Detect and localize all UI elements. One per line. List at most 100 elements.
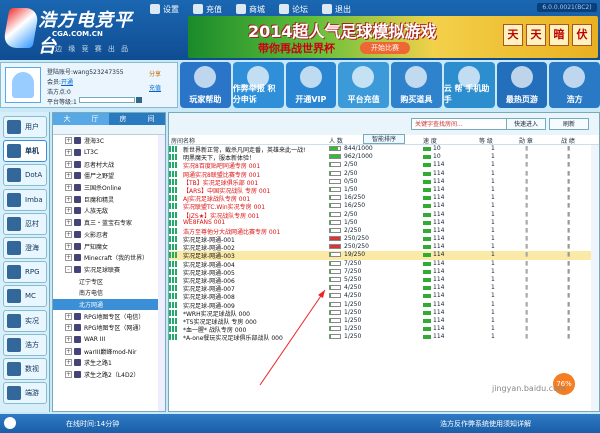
tree-item[interactable]: 辽宁专区	[53, 275, 165, 287]
room-row[interactable]: 明黑魔天下，服本新体验！ 962/1000 10 1 ▮ ▮	[169, 153, 599, 162]
tree-item[interactable]: + 人族无敌	[53, 205, 165, 217]
tree-item[interactable]: + WAR III	[53, 334, 165, 346]
room-row[interactable]: 实况足球-网通-001 250/250 114 1 ▮ ▮	[169, 235, 599, 244]
room-row[interactable]: 实况足球-网通-004 7/250 114 1 ▮ ▮	[169, 260, 599, 269]
quick-button[interactable]: 开通VIP	[285, 62, 337, 108]
room-row[interactable]: 实况足球-网通-009 1/250 114 1 ▮ ▮	[169, 301, 599, 310]
tree-item[interactable]: + RPG地图专区（电信）	[53, 310, 165, 322]
expand-icon[interactable]: +	[65, 207, 72, 215]
tree-item[interactable]: + 求生之路2（L4D2）	[53, 369, 165, 381]
tree-tab[interactable]: 厅	[81, 113, 109, 125]
expand-icon[interactable]: +	[65, 347, 72, 355]
expand-icon[interactable]: +	[65, 324, 72, 332]
col-people[interactable]: 人 数	[329, 136, 343, 145]
category-tab[interactable]: 实况	[3, 309, 47, 332]
tree-item[interactable]: + 巨魔和精灵	[53, 193, 165, 205]
expand-icon[interactable]: +	[65, 137, 72, 145]
menu-item[interactable]: 商城	[236, 2, 265, 16]
room-row[interactable]: *WRH实况足球战队 000 1/250 114 1 ▮ ▮	[169, 309, 599, 318]
category-tab[interactable]: 数视	[3, 358, 47, 380]
menu-item[interactable]: 论坛	[279, 2, 308, 16]
room-row[interactable]: AJ实况足球战队专房 001 16/250 114 1 ▮ ▮	[169, 194, 599, 203]
category-tab[interactable]: DotA	[3, 164, 47, 187]
col-rank[interactable]: 勋 章	[519, 136, 533, 145]
tree-item[interactable]: + 火影忍者	[53, 229, 165, 241]
tree-item[interactable]: - 实况足球联赛	[53, 264, 165, 276]
tree-item[interactable]: 南方电信	[53, 287, 165, 299]
tree-item[interactable]: + 求生之路1	[53, 357, 165, 369]
tree-item[interactable]: + 三国杀Online	[53, 182, 165, 194]
category-tab[interactable]: 端游	[3, 382, 47, 405]
expand-icon[interactable]: +	[65, 160, 72, 168]
menu-item[interactable]: 退出	[322, 2, 351, 16]
expand-icon[interactable]: +	[65, 230, 72, 238]
quick-join-button[interactable]: 快速进入	[506, 118, 546, 130]
col-name[interactable]: 房间名称	[171, 136, 195, 145]
room-row[interactable]: 实况足球-网通-006 5/250 114 1 ▮ ▮	[169, 276, 599, 285]
vip-open-link[interactable]: 开通	[61, 79, 73, 86]
room-row[interactable]: 网通实况8联盟比赛专房 001 2/50 114 1 ▮ ▮	[169, 170, 599, 179]
expand-icon[interactable]: +	[65, 184, 72, 192]
room-row[interactable]: 实况足球-网通-007 4/250 114 1 ▮ ▮	[169, 284, 599, 293]
category-tab[interactable]: MC	[3, 285, 47, 308]
tree-item[interactable]: + 澄海3C	[53, 135, 165, 147]
avatar[interactable]	[5, 67, 41, 103]
tree-item[interactable]: + LT3C	[53, 147, 165, 159]
tree-item[interactable]: + warIII巅峰mod-Nir	[53, 345, 165, 357]
tree-item[interactable]: + 真三・蓝宝石专家	[53, 217, 165, 229]
expand-icon[interactable]: +	[65, 359, 72, 367]
room-row[interactable]: 实况足球-网通-002 250/250 114 1 ▮ ▮	[169, 243, 599, 252]
category-tab[interactable]: RPG	[3, 261, 47, 284]
banner-start-button[interactable]: 开始比赛	[360, 42, 410, 54]
expand-icon[interactable]: -	[65, 265, 72, 273]
expand-icon[interactable]: +	[65, 254, 72, 262]
expand-icon[interactable]: +	[65, 195, 72, 203]
room-row[interactable]: *血一腥* 战队专房 000 1/250 114 1 ▮ ▮	[169, 325, 599, 334]
room-row[interactable]: 【JZS★】实况战队专房 001 2/50 114 1 ▮ ▮	[169, 211, 599, 220]
category-tab[interactable]: Imba	[3, 188, 47, 211]
gear-icon[interactable]	[4, 417, 16, 429]
room-row[interactable]: 实况8百度贴吧同通专房 001 2/50 114 1 ▮ ▮	[169, 161, 599, 170]
room-row[interactable]: WE8FANS 001 1/50 114 1 ▮ ▮	[169, 219, 599, 227]
expand-icon[interactable]: +	[65, 336, 72, 344]
quick-button[interactable]: 最热页游	[496, 62, 548, 108]
tree-item[interactable]: + 僵尸之野望	[53, 170, 165, 182]
category-tab[interactable]: 用户	[3, 116, 47, 138]
room-row[interactable]: 【ARS】中国实况战队 专房 001 1/50 114 1 ▮ ▮	[169, 186, 599, 195]
expand-icon[interactable]: +	[65, 242, 72, 250]
anti-cheat-notice[interactable]: 浩方反作弊系统使用须知详解	[440, 419, 531, 429]
tree-item[interactable]: + Minecraft（我的世界）	[53, 252, 165, 264]
ad-banner[interactable]: 2014超人气足球模拟游戏 带你再战世界杯 开始比赛 天天暗伏	[188, 16, 598, 58]
tree-item[interactable]: + 忍者村大战	[53, 158, 165, 170]
room-row[interactable]: *A-one餐玩实况足球俱乐部战队 000 1/250 114 1 ▮ ▮	[169, 333, 599, 342]
category-tab[interactable]: 浩方	[3, 333, 47, 356]
room-row[interactable]: 【TB】实况足球俱乐部 001 0/50 114 1 ▮ ▮	[169, 178, 599, 187]
smart-sort-button[interactable]: 智能排序	[363, 134, 405, 144]
expand-icon[interactable]: +	[65, 312, 72, 320]
recharge-link[interactable]: 充值	[149, 83, 161, 92]
room-row[interactable]: 实况联盟TC.Win实况专房 001 16/250 114 1 ▮ ▮	[169, 202, 599, 211]
tree-item[interactable]: + RPG地图专区（网通）	[53, 322, 165, 334]
quick-button[interactable]: 玩家帮助	[180, 62, 231, 108]
category-tab[interactable]: 澄海	[3, 237, 47, 259]
tree-tab[interactable]: 间	[137, 113, 165, 125]
col-speed[interactable]: 速 度	[423, 136, 437, 145]
expand-icon[interactable]: +	[65, 149, 72, 157]
room-row[interactable]: 实况足球-网通-005 7/250 114 1 ▮ ▮	[169, 268, 599, 277]
tree-item[interactable]: + 尸知魔女	[53, 240, 165, 252]
quick-button[interactable]: 云 帮 手机助手	[443, 62, 495, 108]
expand-icon[interactable]: +	[65, 219, 72, 227]
category-tab[interactable]: 单机	[3, 140, 47, 163]
tree-tab[interactable]: 大	[53, 113, 81, 125]
tree-tab[interactable]: 房	[109, 113, 137, 125]
room-row[interactable]: *TS实况足球战队 专房 000 1/250 114 1 ▮ ▮	[169, 317, 599, 326]
expand-icon[interactable]: +	[65, 371, 72, 379]
quick-button[interactable]: 购买道具	[391, 62, 442, 108]
tree-scrollbar[interactable]	[158, 135, 165, 411]
menu-item[interactable]: 设置	[150, 2, 179, 16]
room-row[interactable]: 新世界新正常，截杀凡同走番，英雄来此一战! 844/1000 10 1 ▮ ▮	[169, 145, 599, 154]
category-tab[interactable]: 忍村	[3, 212, 47, 235]
col-war[interactable]: 战 绩	[561, 136, 575, 145]
room-scrollbar[interactable]	[591, 145, 599, 411]
expand-icon[interactable]: +	[65, 172, 72, 180]
